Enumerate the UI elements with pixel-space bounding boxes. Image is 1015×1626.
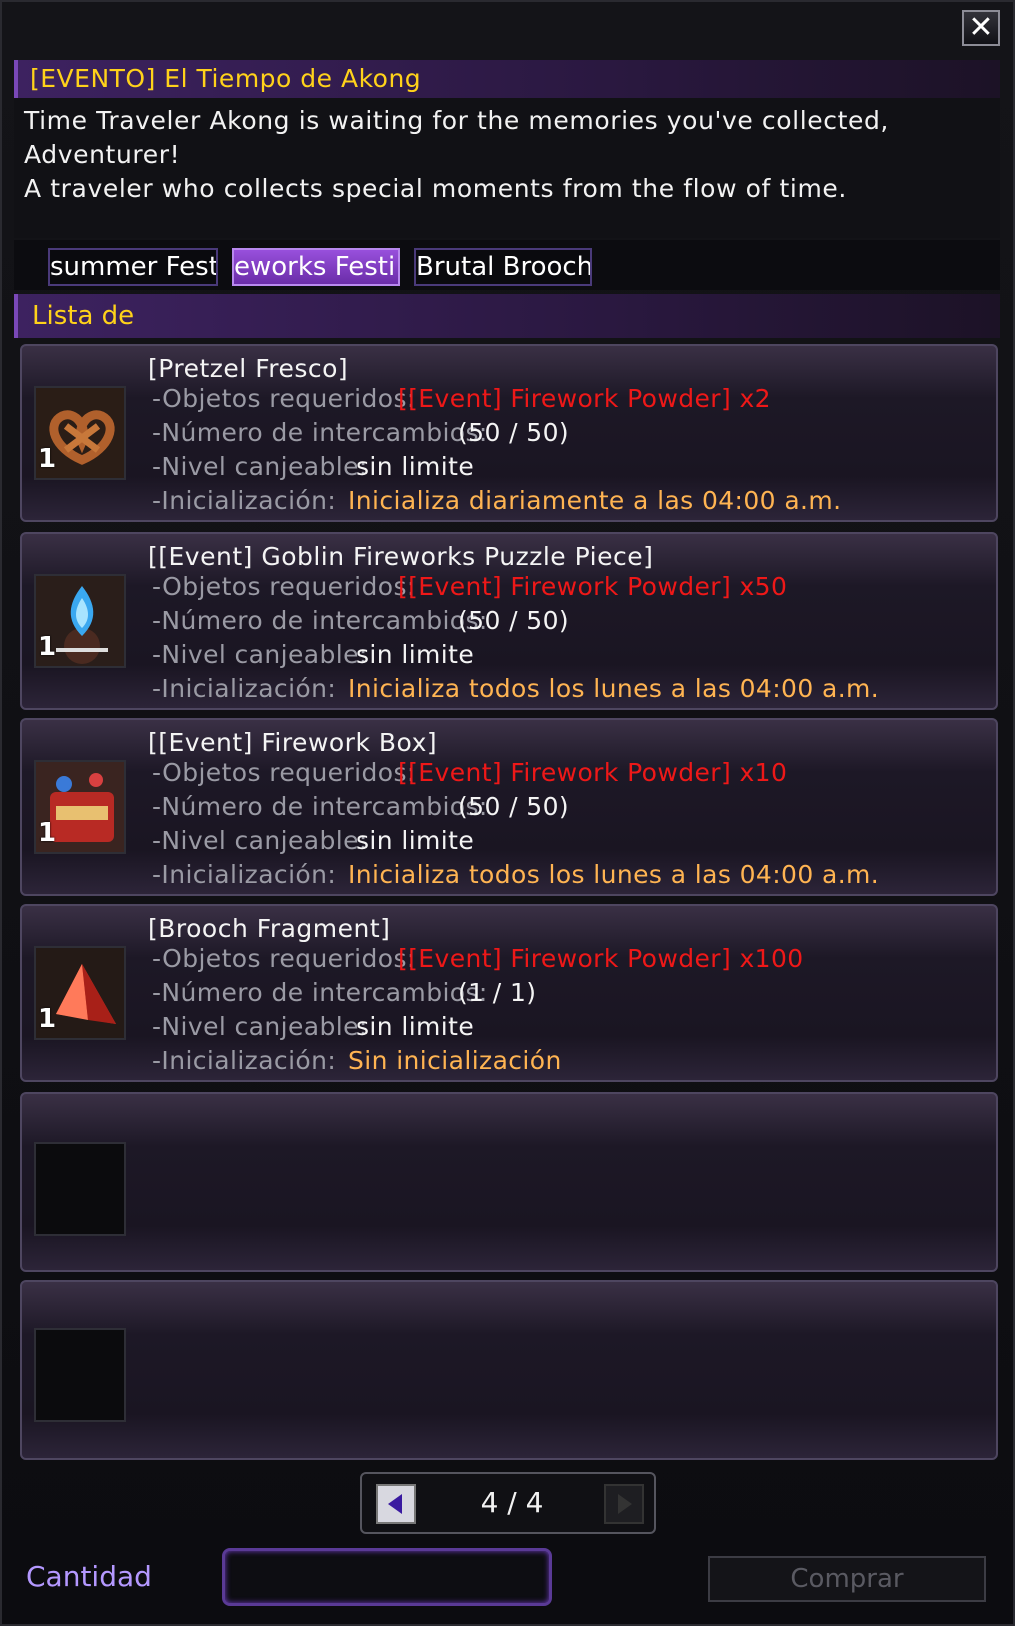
required-value: [[Event] Firework Powder] x50 (398, 572, 788, 601)
item-name: [[Event] Goblin Fireworks Puzzle Piece] (148, 542, 654, 571)
tab-fireworks-festival[interactable]: eworks Festi (232, 248, 400, 286)
reset-row: -Inicialización: Inicializa diariamente a… (152, 486, 842, 515)
list-header: Lista de (14, 294, 1000, 338)
list-item[interactable]: 1 [Pretzel Fresco] -Objetos requeridos:[… (20, 344, 998, 522)
arrow-left-icon (388, 1494, 402, 1514)
tab-brutal-brooch[interactable]: Brutal Brooch (414, 248, 592, 286)
exchanges-row: -Número de intercambios:(50 / 50) (152, 606, 569, 635)
exchanges-value: (1 / 1) (458, 978, 537, 1007)
tab-summer-festival[interactable]: summer Festi (48, 248, 218, 286)
reset-label: -Inicialización: (152, 674, 337, 703)
exchanges-row: -Número de intercambios:(1 / 1) (152, 978, 536, 1007)
list-item[interactable]: 1 [[Event] Goblin Fireworks Puzzle Piece… (20, 532, 998, 710)
page-indicator: 4 / 4 (480, 1486, 544, 1519)
required-label: -Objetos requeridos: (152, 384, 416, 413)
level-row: -Nivel canjeable:sin limite (152, 640, 474, 669)
exchanges-label: -Número de intercambios: (152, 792, 488, 821)
reset-label: -Inicialización: (152, 860, 337, 889)
exchanges-value: (50 / 50) (458, 606, 570, 635)
close-button[interactable]: ✕ (962, 10, 1000, 46)
item-quantity: 1 (38, 632, 57, 662)
required-value: [[Event] Firework Powder] x100 (398, 944, 804, 973)
empty-list-item (20, 1280, 998, 1460)
reset-value: Inicializa todos los lunes a las 04:00 a… (348, 860, 880, 889)
exchanges-row: -Número de intercambios:(50 / 50) (152, 418, 569, 447)
event-title: [EVENTO] El Tiempo de Akong (14, 60, 1000, 98)
reset-label: -Inicialización: (152, 1046, 337, 1075)
item-name: [Brooch Fragment] (148, 914, 391, 943)
reset-row: -Inicialización: Inicializa todos los lun… (152, 860, 879, 889)
arrow-right-icon (618, 1494, 632, 1514)
prev-page-button[interactable] (376, 1484, 416, 1524)
level-value: sin limite (356, 452, 475, 481)
reset-row: -Inicialización: Sin inicialización (152, 1046, 562, 1075)
exchanges-value: (50 / 50) (458, 418, 570, 447)
exchanges-row: -Número de intercambios:(50 / 50) (152, 792, 569, 821)
buy-button[interactable]: Comprar (708, 1556, 986, 1602)
level-value: sin limite (356, 640, 475, 669)
required-row: -Objetos requeridos:[[Event] Firework Po… (152, 384, 771, 413)
required-value: [[Event] Firework Powder] x2 (398, 384, 771, 413)
required-label: -Objetos requeridos: (152, 572, 416, 601)
quantity-label: Cantidad (26, 1560, 152, 1593)
item-name: [Pretzel Fresco] (148, 354, 349, 383)
required-row: -Objetos requeridos:[[Event] Firework Po… (152, 758, 787, 787)
description-line-3: A traveler who collects special moments … (24, 174, 847, 203)
item-quantity: 1 (38, 1004, 57, 1034)
level-row: -Nivel canjeable:sin limite (152, 826, 474, 855)
event-description: Time Traveler Akong is waiting for the m… (14, 98, 1000, 238)
empty-item-slot (34, 1142, 126, 1236)
required-row: -Objetos requeridos:[[Event] Firework Po… (152, 944, 804, 973)
reset-label: -Inicialización: (152, 486, 337, 515)
level-label: -Nivel canjeable: (152, 1012, 368, 1041)
list-item[interactable]: 1 [Brooch Fragment] -Objetos requeridos:… (20, 904, 998, 1082)
level-label: -Nivel canjeable: (152, 452, 368, 481)
required-value: [[Event] Firework Powder] x10 (398, 758, 788, 787)
required-label: -Objetos requeridos: (152, 758, 416, 787)
exchanges-label: -Número de intercambios: (152, 606, 488, 635)
exchanges-label: -Número de intercambios: (152, 978, 488, 1007)
quantity-input[interactable] (222, 1548, 552, 1606)
reset-value: Sin inicialización (348, 1046, 562, 1075)
description-line-1: Time Traveler Akong is waiting for the m… (24, 106, 898, 169)
tab-bar: summer Festi eworks Festi Brutal Brooch (14, 240, 1000, 290)
item-quantity: 1 (38, 444, 57, 474)
required-label: -Objetos requeridos: (152, 944, 416, 973)
level-value: sin limite (356, 826, 475, 855)
level-label: -Nivel canjeable: (152, 640, 368, 669)
reset-value: Inicializa diariamente a las 04:00 a.m. (348, 486, 842, 515)
level-value: sin limite (356, 1012, 475, 1041)
level-row: -Nivel canjeable:sin limite (152, 452, 474, 481)
reset-value: Inicializa todos los lunes a las 04:00 a… (348, 674, 880, 703)
empty-list-item (20, 1092, 998, 1272)
exchanges-value: (50 / 50) (458, 792, 570, 821)
next-page-button[interactable] (604, 1484, 644, 1524)
pagination: 4 / 4 (360, 1472, 656, 1534)
reset-row: -Inicialización: Inicializa todos los lun… (152, 674, 879, 703)
level-label: -Nivel canjeable: (152, 826, 368, 855)
required-row: -Objetos requeridos:[[Event] Firework Po… (152, 572, 787, 601)
exchanges-label: -Número de intercambios: (152, 418, 488, 447)
item-quantity: 1 (38, 818, 57, 848)
close-icon: ✕ (968, 10, 994, 45)
list-item[interactable]: 1 [[Event] Firework Box] -Objetos requer… (20, 718, 998, 896)
empty-item-slot (34, 1328, 126, 1422)
level-row: -Nivel canjeable:sin limite (152, 1012, 474, 1041)
item-name: [[Event] Firework Box] (148, 728, 438, 757)
